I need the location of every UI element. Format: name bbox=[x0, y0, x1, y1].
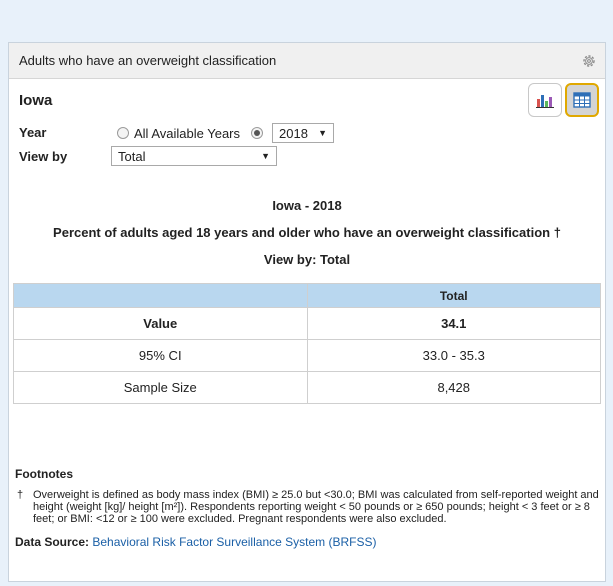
single-year-radio[interactable] bbox=[251, 127, 264, 139]
row-value: 8,428 bbox=[306, 371, 601, 404]
viewby-row: View by Total ▼ bbox=[9, 145, 605, 169]
data-source-label: Data Source: bbox=[15, 535, 90, 549]
view-toggle bbox=[528, 83, 599, 117]
panel-header: Adults who have an overweight classifica… bbox=[9, 43, 605, 79]
footnotes: Footnotes † Overweight is defined as bod… bbox=[15, 467, 601, 549]
table-row: Value 34.1 bbox=[13, 307, 601, 340]
data-source-link[interactable]: Behavioral Risk Factor Surveillance Syst… bbox=[92, 535, 376, 549]
table-header-row: Total bbox=[13, 283, 601, 308]
year-select-value: 2018 bbox=[279, 125, 308, 141]
year-select[interactable]: 2018 ▼ bbox=[272, 123, 335, 143]
year-row: Year All Available Years 2018 ▼ bbox=[9, 121, 605, 145]
year-label: Year bbox=[19, 125, 47, 140]
viewby-select[interactable]: Total ▼ bbox=[111, 146, 277, 166]
location-row: Iowa bbox=[9, 79, 605, 121]
data-table: Total Value 34.1 95% CI 33.0 - 35.3 Samp… bbox=[13, 283, 601, 404]
chevron-down-icon: ▼ bbox=[318, 128, 328, 138]
panel-title: Adults who have an overweight classifica… bbox=[19, 53, 277, 68]
all-years-radio[interactable] bbox=[117, 127, 129, 139]
bar-chart-icon bbox=[536, 95, 554, 108]
data-source: Data Source: Behavioral Risk Factor Surv… bbox=[15, 535, 601, 549]
viewby-select-value: Total bbox=[118, 148, 146, 164]
table-corner-cell bbox=[13, 283, 308, 308]
row-label: 95% CI bbox=[13, 339, 308, 372]
result-heading: Iowa - 2018 Percent of adults aged 18 ye… bbox=[9, 197, 605, 269]
indicator-panel: Adults who have an overweight classifica… bbox=[8, 42, 606, 582]
table-row: Sample Size 8,428 bbox=[13, 371, 601, 404]
result-title: Iowa - 2018 bbox=[272, 198, 342, 213]
row-label: Value bbox=[13, 307, 308, 340]
table-row: 95% CI 33.0 - 35.3 bbox=[13, 339, 601, 372]
footnote-text: Overweight is defined as body mass index… bbox=[33, 489, 599, 525]
result-subtitle: Percent of adults aged 18 years and olde… bbox=[53, 225, 561, 240]
table-icon bbox=[573, 92, 591, 108]
row-value: 34.1 bbox=[306, 307, 601, 340]
chevron-down-icon: ▼ bbox=[261, 151, 270, 161]
result-viewby: View by: Total bbox=[263, 252, 351, 267]
footnote-marker: † bbox=[17, 489, 24, 501]
column-header-total: Total bbox=[306, 283, 601, 308]
all-years-label: All Available Years bbox=[134, 125, 241, 141]
location-name: Iowa bbox=[19, 92, 53, 109]
table-view-button[interactable] bbox=[565, 83, 599, 117]
row-value: 33.0 - 35.3 bbox=[306, 339, 601, 372]
footnotes-heading: Footnotes bbox=[15, 467, 73, 481]
chart-view-button[interactable] bbox=[528, 83, 562, 117]
row-label: Sample Size bbox=[13, 371, 308, 404]
viewby-label: View by bbox=[19, 149, 68, 164]
gear-icon[interactable] bbox=[581, 53, 597, 69]
